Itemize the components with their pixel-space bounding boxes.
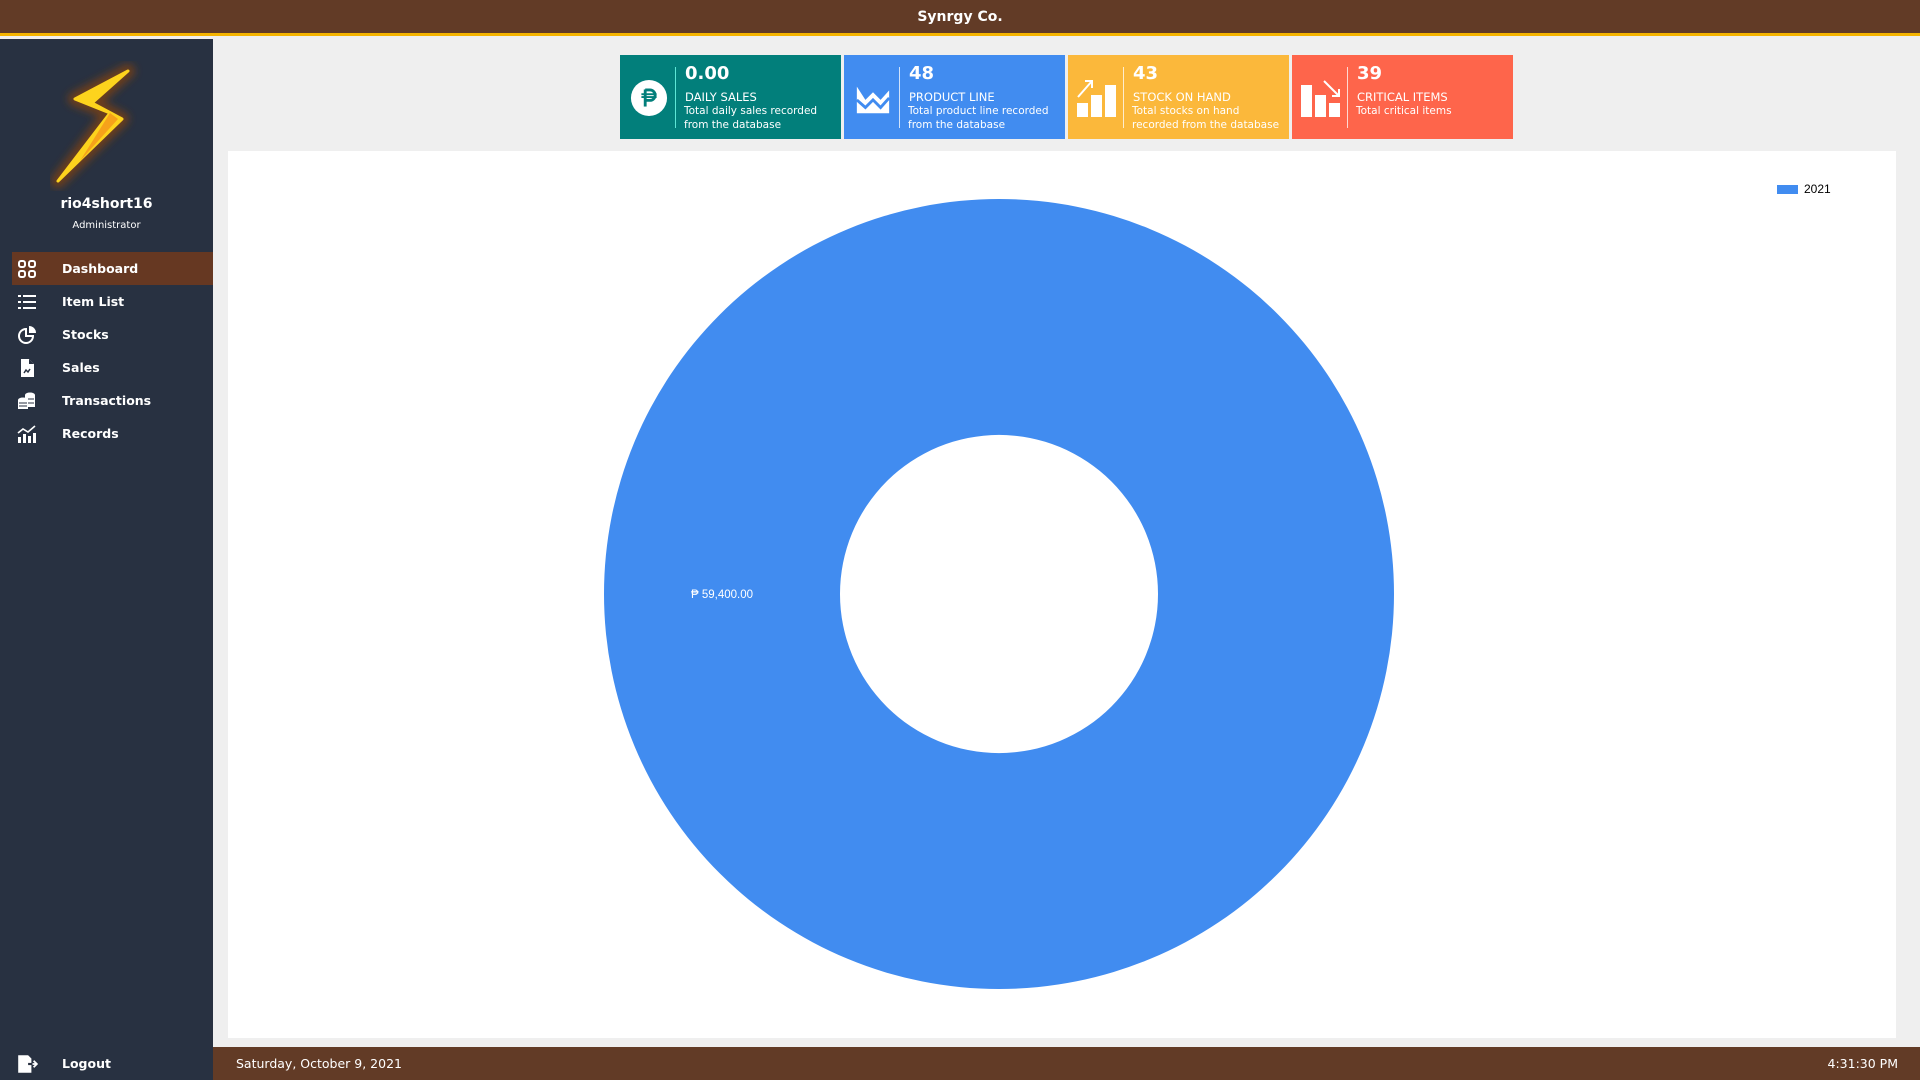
card-value: 48 <box>909 63 935 84</box>
donut-chart: ₱ 59,400.00 <box>604 199 1394 989</box>
user-name: rio4short16 <box>60 196 153 212</box>
user-role: Administrator <box>72 220 141 231</box>
card-label: PRODUCT LINE <box>909 90 995 104</box>
card-label: STOCK ON HAND <box>1133 90 1231 104</box>
logout-icon <box>16 1053 38 1075</box>
sidebar-item-label: Stocks <box>62 327 109 342</box>
chart-panel: ₱ 59,400.00 2021 <box>228 151 1896 1038</box>
product-line-card[interactable]: 48 PRODUCT LINE Total product line recor… <box>844 55 1065 139</box>
sidebar-item-label: Transactions <box>62 393 152 408</box>
sidebar-item-item-list[interactable]: Item List <box>12 285 213 318</box>
sidebar: rio4short16 Administrator Dashboard Item… <box>0 39 213 1080</box>
current-date: Saturday, October 9, 2021 <box>236 1056 402 1071</box>
sidebar-nav: Dashboard Item List Stocks Sales Transac… <box>12 252 213 450</box>
sidebar-item-stocks[interactable]: Stocks <box>12 318 213 351</box>
sidebar-item-label: Records <box>62 426 119 441</box>
card-description: Total critical items <box>1356 105 1452 117</box>
card-divider <box>1123 67 1124 128</box>
logout-button[interactable]: Logout <box>12 1047 213 1080</box>
pie-chart-icon <box>16 324 38 346</box>
slice-value-label: ₱ 59,400.00 <box>691 589 753 601</box>
peso-icon <box>628 77 670 119</box>
card-value: 0.00 <box>685 63 730 84</box>
bar-chart-down-icon <box>1300 77 1342 119</box>
coins-icon <box>16 390 38 412</box>
card-divider <box>1347 67 1348 128</box>
card-divider <box>675 67 676 128</box>
bar-trend-icon <box>16 423 38 445</box>
legend-label: 2021 <box>1804 182 1831 196</box>
sidebar-item-label: Dashboard <box>62 261 139 276</box>
card-label: CRITICAL ITEMS <box>1357 90 1448 104</box>
card-description: Total product line recorded from the dat… <box>908 105 1049 131</box>
sidebar-item-dashboard[interactable]: Dashboard <box>12 252 213 285</box>
stock-on-hand-card[interactable]: 43 STOCK ON HAND Total stocks on hand re… <box>1068 55 1289 139</box>
chart-legend[interactable]: 2021 <box>1777 182 1831 196</box>
logout-label: Logout <box>62 1056 111 1071</box>
bar-chart-up-icon <box>1076 77 1118 119</box>
daily-sales-card[interactable]: 0.00 DAILY SALES Total daily sales recor… <box>620 55 841 139</box>
sidebar-item-label: Sales <box>62 360 100 375</box>
current-time: 4:31:30 PM <box>1827 1056 1898 1071</box>
lightning-logo-icon <box>50 61 160 191</box>
sidebar-item-sales[interactable]: Sales <box>12 351 213 384</box>
critical-items-card[interactable]: 39 CRITICAL ITEMS Total critical items <box>1292 55 1513 139</box>
card-divider <box>899 67 900 128</box>
card-label: DAILY SALES <box>685 90 757 104</box>
sidebar-item-transactions[interactable]: Transactions <box>12 384 213 417</box>
sidebar-item-records[interactable]: Records <box>12 417 213 450</box>
stat-cards: 0.00 DAILY SALES Total daily sales recor… <box>620 55 1513 139</box>
status-bar: Saturday, October 9, 2021 4:31:30 PM <box>213 1047 1920 1080</box>
grid-icon <box>16 258 38 280</box>
app-title: Synrgy Co. <box>917 8 1003 25</box>
card-description: Total stocks on hand recorded from the d… <box>1132 105 1280 131</box>
area-chart-icon <box>852 77 894 119</box>
document-chart-icon <box>16 357 38 379</box>
sidebar-item-label: Item List <box>62 294 125 309</box>
card-description: Total daily sales recorded from the data… <box>684 105 818 131</box>
list-icon <box>16 291 38 313</box>
card-value: 39 <box>1357 63 1383 84</box>
title-bar: Synrgy Co. <box>0 0 1920 36</box>
legend-swatch <box>1777 184 1798 194</box>
card-value: 43 <box>1133 63 1159 84</box>
